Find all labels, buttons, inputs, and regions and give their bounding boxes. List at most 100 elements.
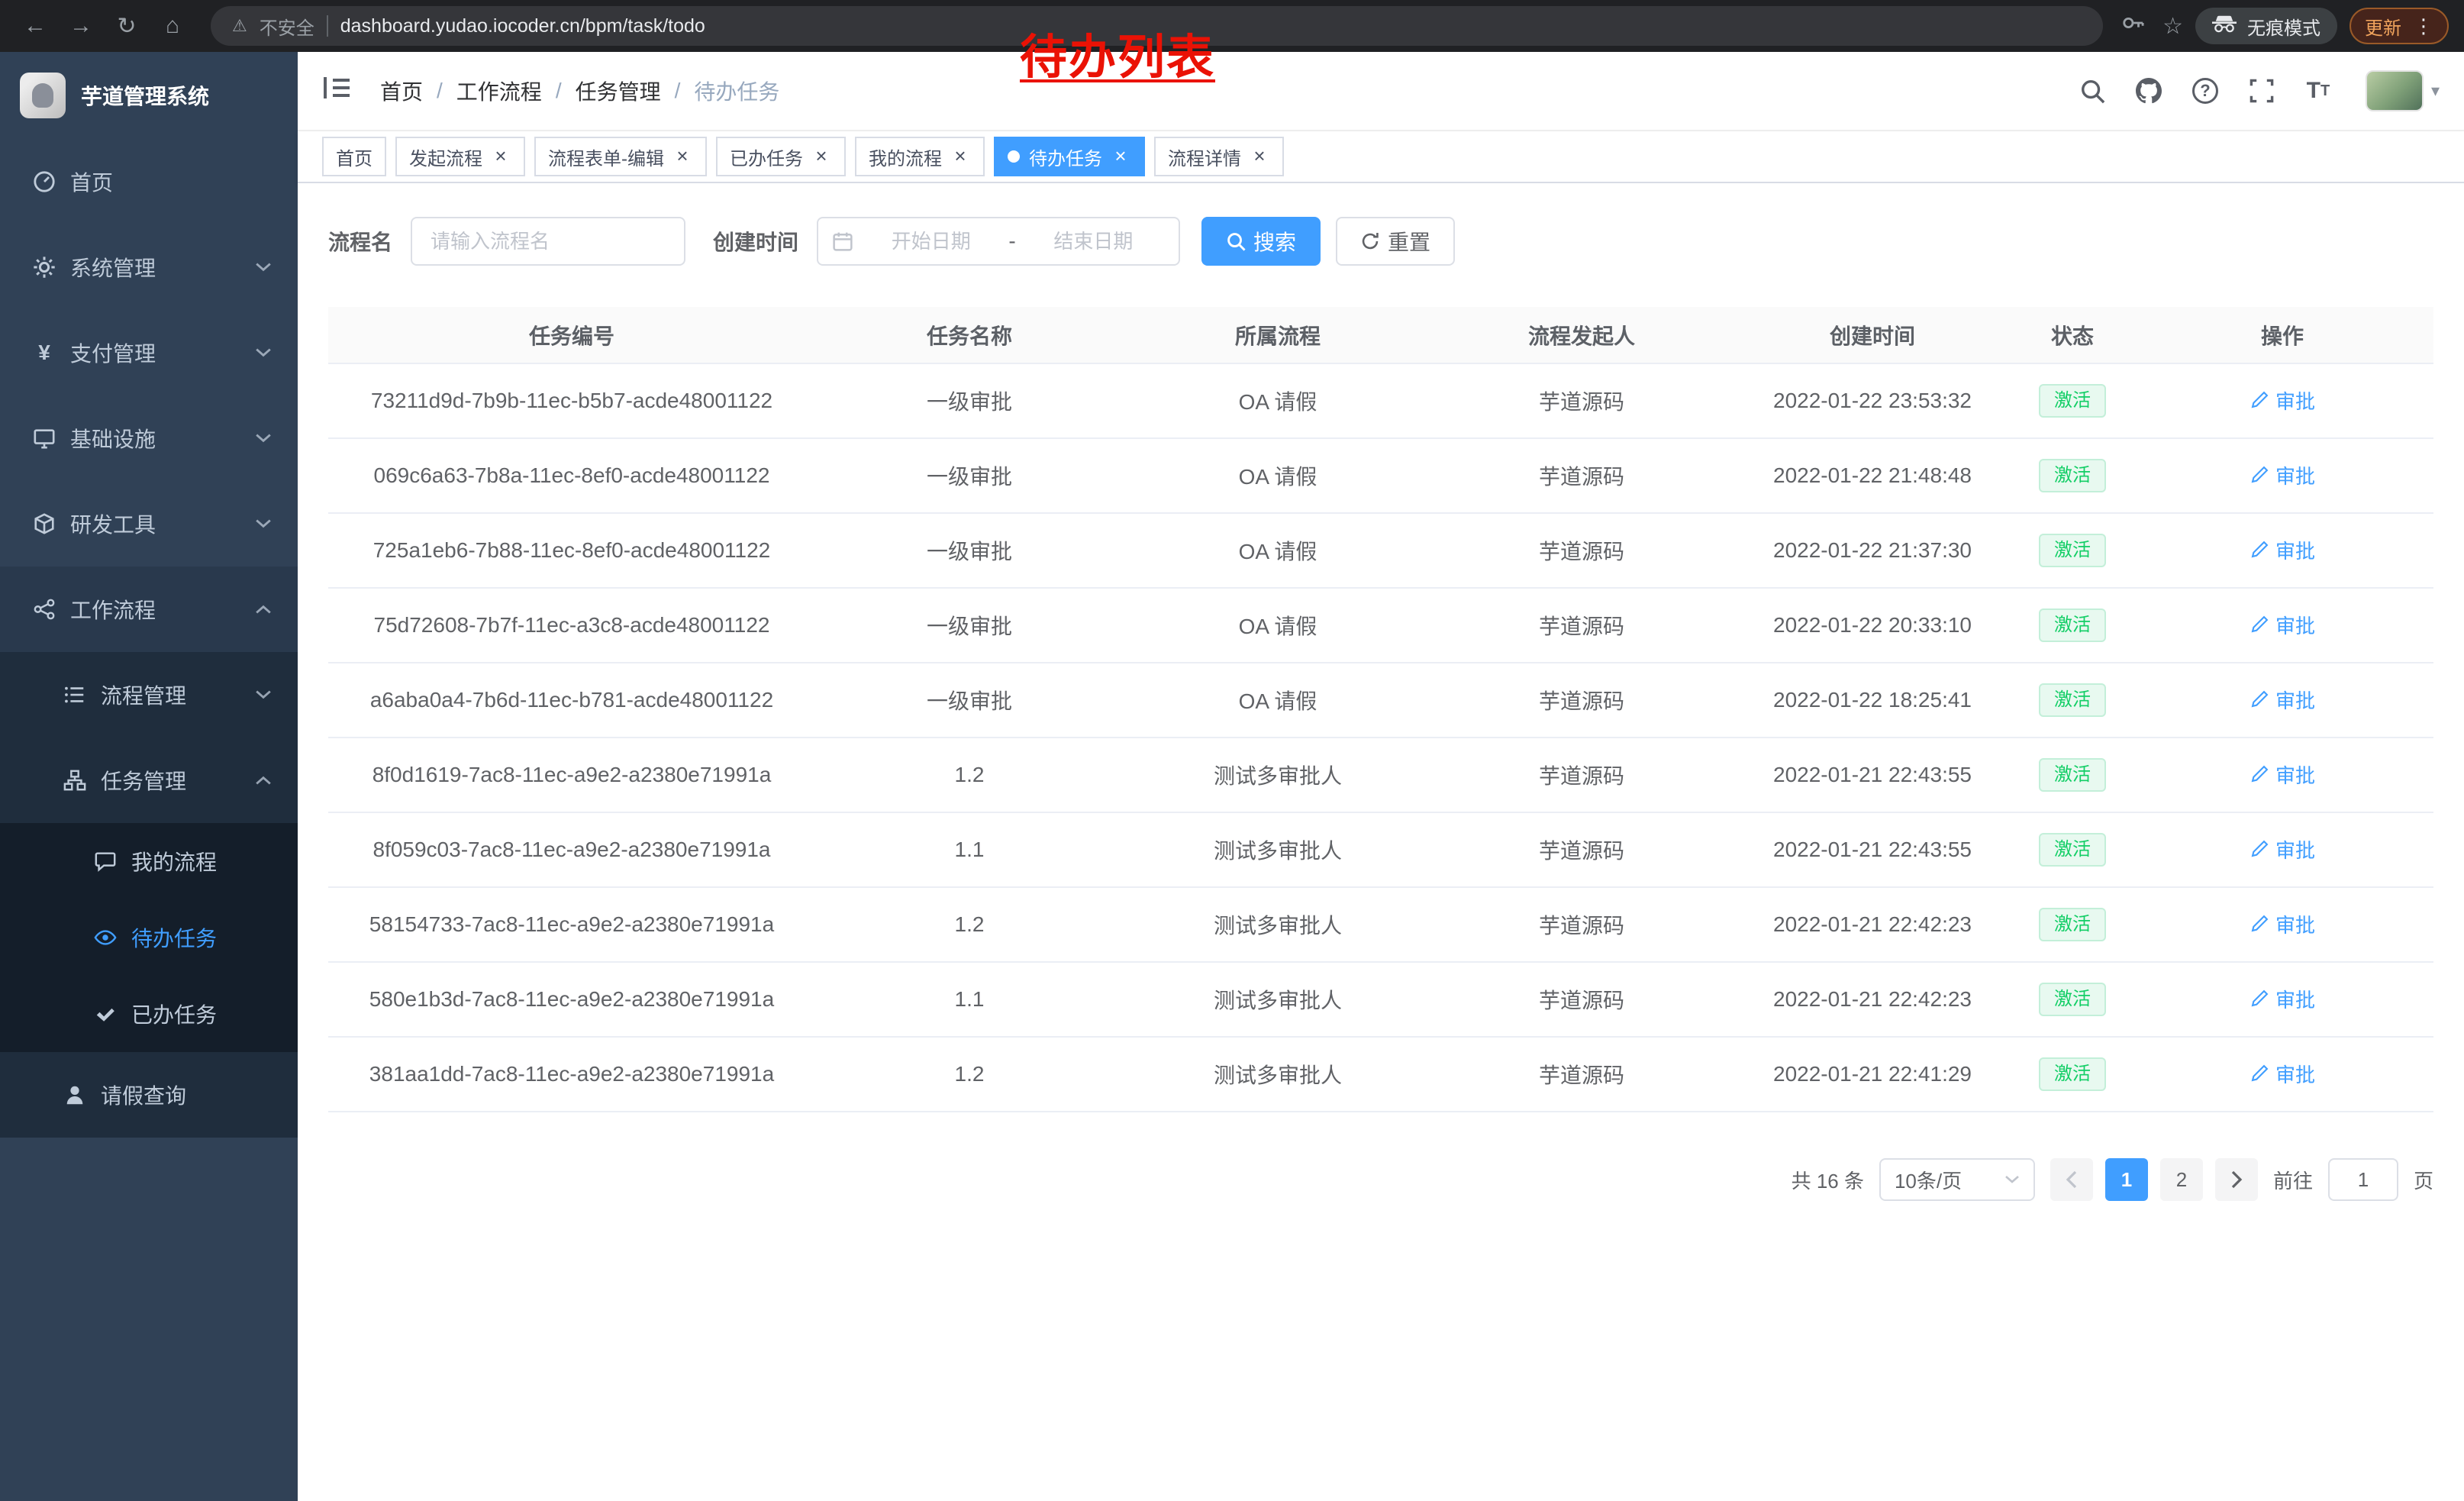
tab-start-process[interactable]: 发起流程 × xyxy=(395,137,525,176)
cell-task-name: 1.2 xyxy=(815,887,1124,962)
date-range-picker[interactable]: - xyxy=(817,217,1180,266)
cell-process: OA 请假 xyxy=(1124,363,1432,438)
app-frame: 芋道管理系统 首页 系统管理 ¥ 支付管理 基础设施 xyxy=(0,52,2464,1501)
browser-update-button[interactable]: 更新 ⋮ xyxy=(2350,8,2449,44)
sidebar-item-leave-query[interactable]: 请假查询 xyxy=(0,1052,298,1138)
bookmark-star-icon[interactable]: ☆ xyxy=(2162,13,2183,40)
sidebar: 芋道管理系统 首页 系统管理 ¥ 支付管理 基础设施 xyxy=(0,52,298,1501)
sidebar-item-done-tasks[interactable]: 已办任务 xyxy=(0,976,298,1052)
sidebar-item-process-management[interactable]: 流程管理 xyxy=(0,652,298,738)
sidebar-collapse-icon[interactable] xyxy=(322,74,356,108)
yen-icon: ¥ xyxy=(32,341,56,365)
breadcrumb-item-workflow[interactable]: 工作流程 xyxy=(456,76,542,106)
chevron-down-icon xyxy=(255,433,272,444)
github-icon[interactable] xyxy=(2133,76,2164,106)
task-tree-icon xyxy=(63,768,87,792)
close-icon[interactable]: × xyxy=(1110,146,1131,167)
close-icon[interactable]: × xyxy=(490,146,511,167)
sidebar-item-system[interactable]: 系统管理 xyxy=(0,224,298,310)
approve-link[interactable]: 审批 xyxy=(2250,611,2315,639)
breadcrumb-item-task-management[interactable]: 任务管理 xyxy=(576,76,661,106)
cell-task-name: 1.2 xyxy=(815,738,1124,812)
browser-home-button[interactable]: ⌂ xyxy=(153,6,192,46)
approve-link[interactable]: 审批 xyxy=(2250,910,2315,938)
sidebar-item-my-process[interactable]: 我的流程 xyxy=(0,823,298,899)
reset-button[interactable]: 重置 xyxy=(1336,217,1455,266)
password-key-icon[interactable] xyxy=(2121,11,2144,40)
approve-link[interactable]: 审批 xyxy=(2250,386,2315,415)
approve-link[interactable]: 审批 xyxy=(2250,1060,2315,1088)
app-logo-row[interactable]: 芋道管理系统 xyxy=(0,52,298,139)
sidebar-item-todo-tasks[interactable]: 待办任务 xyxy=(0,899,298,976)
close-icon[interactable]: × xyxy=(811,146,832,167)
tab-done-tasks[interactable]: 已办任务 × xyxy=(716,137,846,176)
sidebar-item-home[interactable]: 首页 xyxy=(0,139,298,224)
help-icon[interactable]: ? xyxy=(2190,76,2221,106)
avatar[interactable] xyxy=(2366,70,2424,111)
cell-created: 2022-01-22 20:33:10 xyxy=(1731,588,2014,663)
goto-page-input[interactable] xyxy=(2328,1158,2398,1201)
approve-link[interactable]: 审批 xyxy=(2250,760,2315,789)
status-badge: 激活 xyxy=(2039,608,2106,643)
search-icon[interactable] xyxy=(2077,76,2108,106)
cell-created: 2022-01-21 22:41:29 xyxy=(1731,1037,2014,1112)
edit-icon xyxy=(2250,465,2269,485)
font-size-icon[interactable]: TT xyxy=(2303,76,2333,106)
cell-task-name: 1.1 xyxy=(815,962,1124,1037)
sidebar-item-workflow[interactable]: 工作流程 xyxy=(0,567,298,652)
prev-page-button[interactable] xyxy=(2050,1158,2093,1201)
page-button-2[interactable]: 2 xyxy=(2160,1158,2203,1201)
main-area: 首页 / 工作流程 / 任务管理 / 待办任务 ? xyxy=(298,52,2464,1501)
approve-link[interactable]: 审批 xyxy=(2250,985,2315,1013)
table-row: 58154733-7ac8-11ec-a9e2-a2380e71991a 1.2… xyxy=(328,887,2433,962)
cell-status: 激活 xyxy=(2014,1037,2131,1112)
table-row: 8f059c03-7ac8-11ec-a9e2-a2380e71991a 1.1… xyxy=(328,812,2433,887)
next-page-button[interactable] xyxy=(2215,1158,2258,1201)
tab-process-form-edit[interactable]: 流程表单-编辑 × xyxy=(534,137,707,176)
start-date-input[interactable] xyxy=(859,230,1002,253)
user-menu[interactable]: ▾ xyxy=(2366,70,2440,111)
close-icon[interactable]: × xyxy=(1249,146,1270,167)
browser-back-button[interactable]: ← xyxy=(15,6,55,46)
close-icon[interactable]: × xyxy=(950,146,971,167)
table-row: a6aba0a4-7b6d-11ec-b781-acde48001122 一级审… xyxy=(328,663,2433,738)
chevron-down-icon xyxy=(2004,1175,2020,1184)
browser-menu-icon[interactable]: ⋮ xyxy=(2414,15,2433,38)
table-header-row: 任务编号 任务名称 所属流程 流程发起人 创建时间 状态 操作 xyxy=(328,307,2433,363)
sidebar-item-payment[interactable]: ¥ 支付管理 xyxy=(0,310,298,395)
cell-actions: 审批 xyxy=(2131,438,2433,513)
breadcrumb-item-home[interactable]: 首页 xyxy=(380,76,423,106)
approve-link[interactable]: 审批 xyxy=(2250,461,2315,489)
tab-my-process[interactable]: 我的流程 × xyxy=(855,137,985,176)
cell-process: 测试多审批人 xyxy=(1124,738,1432,812)
approve-link[interactable]: 审批 xyxy=(2250,686,2315,714)
cell-task-name: 1.1 xyxy=(815,812,1124,887)
table-row: 725a1eb6-7b88-11ec-8ef0-acde48001122 一级审… xyxy=(328,513,2433,588)
search-button[interactable]: 搜索 xyxy=(1201,217,1321,266)
end-date-input[interactable] xyxy=(1022,230,1165,253)
browser-reload-button[interactable]: ↻ xyxy=(107,6,147,46)
col-task-name: 任务名称 xyxy=(815,307,1124,363)
fullscreen-icon[interactable] xyxy=(2246,76,2277,106)
page-size-select[interactable]: 10条/页 xyxy=(1879,1158,2035,1201)
tab-home[interactable]: 首页 xyxy=(322,137,386,176)
status-badge: 激活 xyxy=(2039,983,2106,1017)
monitor-icon xyxy=(32,426,56,450)
close-icon[interactable]: × xyxy=(672,146,693,167)
page-button-1[interactable]: 1 xyxy=(2105,1158,2148,1201)
browser-forward-button[interactable]: → xyxy=(61,6,101,46)
cell-initiator: 芋道源码 xyxy=(1432,513,1731,588)
cell-status: 激活 xyxy=(2014,438,2131,513)
approve-link[interactable]: 审批 xyxy=(2250,835,2315,863)
approve-link[interactable]: 审批 xyxy=(2250,536,2315,564)
process-name-input[interactable] xyxy=(411,217,685,266)
sidebar-item-dev-tools[interactable]: 研发工具 xyxy=(0,481,298,567)
navbar-actions: ? TT ▾ xyxy=(2077,70,2440,111)
sidebar-item-task-management[interactable]: 任务管理 xyxy=(0,738,298,823)
tab-todo-tasks[interactable]: 待办任务 × xyxy=(994,137,1145,176)
sidebar-item-infrastructure[interactable]: 基础设施 xyxy=(0,395,298,481)
tab-process-detail[interactable]: 流程详情 × xyxy=(1154,137,1284,176)
cell-initiator: 芋道源码 xyxy=(1432,663,1731,738)
chevron-up-icon xyxy=(255,775,272,786)
cell-initiator: 芋道源码 xyxy=(1432,812,1731,887)
